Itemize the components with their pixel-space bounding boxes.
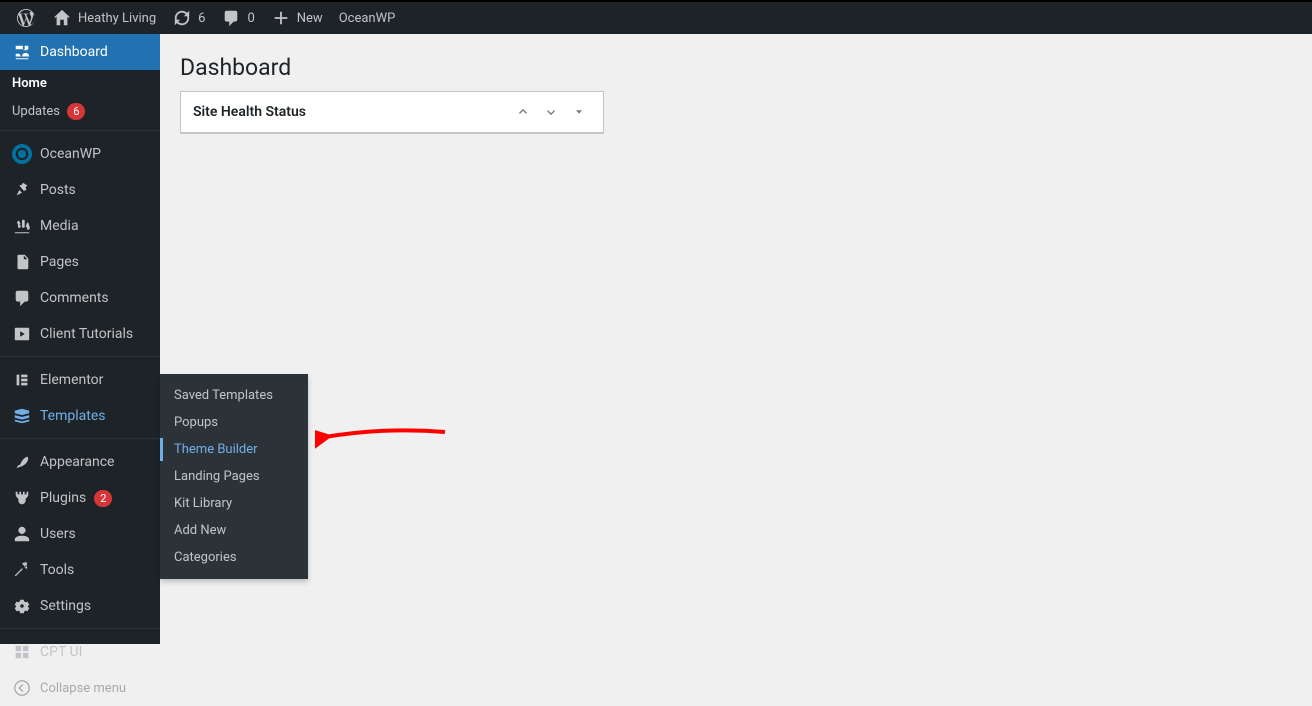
sidebar-item-templates[interactable]: Templates: [0, 398, 160, 434]
sidebar-label: Pages: [40, 254, 79, 270]
new-label: New: [297, 11, 323, 26]
chevron-up-icon: [516, 105, 530, 119]
sidebar-item-tools[interactable]: Tools: [0, 552, 160, 588]
admin-sidebar: Dashboard Home Updates 6 OceanWP Posts M…: [0, 34, 160, 644]
triangle-down-icon: [573, 106, 585, 118]
collapse-menu[interactable]: Collapse menu: [0, 670, 160, 706]
sidebar-sub-updates[interactable]: Updates 6: [0, 97, 160, 126]
sidebar-item-plugins[interactable]: Plugins 2: [0, 480, 160, 516]
update-icon: [172, 8, 192, 28]
admin-toolbar: Heathy Living 6 0 New OceanWP: [0, 2, 1312, 34]
main-content: Dashboard Site Health Status: [160, 34, 1312, 644]
plugins-badge: 2: [94, 490, 112, 507]
sidebar-item-posts[interactable]: Posts: [0, 172, 160, 208]
oceanwp-toolbar[interactable]: OceanWP: [331, 2, 404, 34]
sidebar-item-comments[interactable]: Comments: [0, 280, 160, 316]
sidebar-label: Users: [40, 526, 76, 542]
sidebar-item-media[interactable]: Media: [0, 208, 160, 244]
sidebar-label: Tools: [40, 562, 74, 578]
templates-icon: [12, 406, 32, 426]
widget-move-up[interactable]: [511, 100, 535, 124]
comment-icon: [12, 288, 32, 308]
sidebar-label: Plugins: [40, 490, 86, 506]
sidebar-label: Dashboard: [40, 44, 108, 60]
updates-toolbar[interactable]: 6: [164, 2, 213, 34]
comments-count: 0: [247, 11, 254, 26]
dashboard-icon: [12, 42, 32, 62]
site-health-widget: Site Health Status: [180, 91, 604, 134]
settings-icon: [12, 596, 32, 616]
widget-title: Site Health Status: [193, 104, 306, 120]
sidebar-label: OceanWP: [40, 146, 101, 162]
sidebar-item-oceanwp[interactable]: OceanWP: [0, 136, 160, 172]
chevron-down-icon: [544, 105, 558, 119]
site-name-label: Heathy Living: [78, 11, 156, 26]
sidebar-item-pages[interactable]: Pages: [0, 244, 160, 280]
pages-icon: [12, 252, 32, 272]
oceanwp-label: OceanWP: [339, 11, 396, 26]
widget-move-down[interactable]: [539, 100, 563, 124]
collapse-icon: [12, 678, 32, 698]
sidebar-item-users[interactable]: Users: [0, 516, 160, 552]
users-icon: [12, 524, 32, 544]
sidebar-sub-home[interactable]: Home: [0, 70, 160, 97]
comments-toolbar[interactable]: 0: [213, 2, 262, 34]
sidebar-label: Templates: [40, 408, 106, 424]
cpt-icon: [12, 642, 32, 662]
video-icon: [12, 324, 32, 344]
sidebar-label: Elementor: [40, 372, 103, 388]
sidebar-label: Settings: [40, 598, 91, 614]
sidebar-item-elementor[interactable]: Elementor: [0, 362, 160, 398]
brush-icon: [12, 452, 32, 472]
updates-count: 6: [198, 11, 205, 26]
sidebar-label: Media: [40, 218, 79, 234]
media-icon: [12, 216, 32, 236]
page-title: Dashboard: [180, 34, 1292, 91]
comment-icon: [221, 8, 241, 28]
sidebar-item-cpt-ui[interactable]: CPT UI: [0, 634, 160, 670]
oceanwp-icon: [12, 144, 32, 164]
sidebar-item-client-tutorials[interactable]: Client Tutorials: [0, 316, 160, 352]
plugin-icon: [12, 488, 32, 508]
wordpress-logo[interactable]: [8, 2, 44, 34]
pin-icon: [12, 180, 32, 200]
sidebar-item-dashboard[interactable]: Dashboard: [0, 34, 160, 70]
sidebar-label: Posts: [40, 182, 76, 198]
sidebar-label: Client Tutorials: [40, 326, 133, 342]
elementor-icon: [12, 370, 32, 390]
new-content[interactable]: New: [263, 2, 331, 34]
sidebar-label: Appearance: [40, 454, 114, 470]
wordpress-icon: [16, 8, 36, 28]
tools-icon: [12, 560, 32, 580]
plus-icon: [271, 8, 291, 28]
updates-badge: 6: [67, 103, 85, 120]
site-name[interactable]: Heathy Living: [44, 2, 164, 34]
sidebar-item-settings[interactable]: Settings: [0, 588, 160, 624]
sidebar-item-appearance[interactable]: Appearance: [0, 444, 160, 480]
sidebar-label: CPT UI: [40, 644, 82, 660]
home-icon: [52, 8, 72, 28]
collapse-label: Collapse menu: [40, 681, 126, 696]
sidebar-label: Comments: [40, 290, 109, 306]
widget-toggle[interactable]: [567, 100, 591, 124]
